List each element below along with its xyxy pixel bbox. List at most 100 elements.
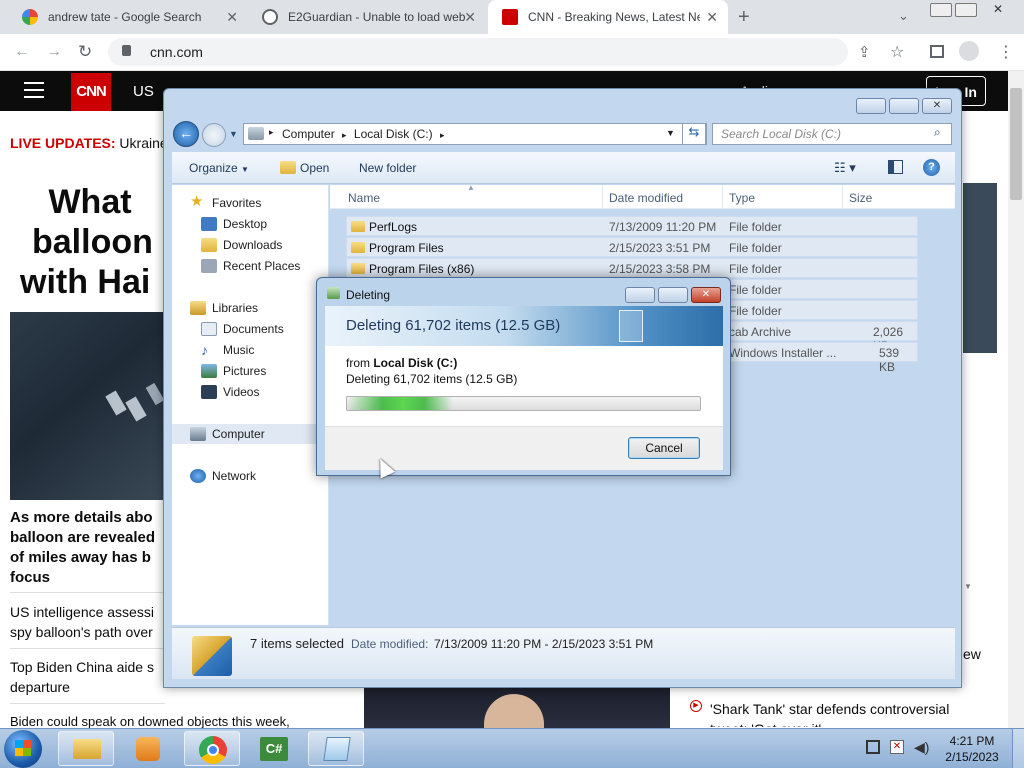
hamburger-menu-icon[interactable]	[24, 82, 44, 98]
explorer-forward-button[interactable]	[202, 123, 226, 147]
breadcrumb-dropdown-icon[interactable]: ▼	[666, 128, 675, 138]
close-tab-icon[interactable]: ✕	[226, 9, 238, 26]
nav-music[interactable]: ♪ Music	[201, 340, 254, 360]
satellite-photo[interactable]	[10, 312, 165, 500]
file-date: 7/13/2009 11:20 PM	[609, 220, 717, 234]
video-thumbnail[interactable]	[364, 688, 670, 734]
nav-videos[interactable]: Videos	[201, 382, 259, 402]
taskbar-clock[interactable]: 4:21 PM 2/15/2023	[936, 733, 1008, 765]
dropdown-icon: ▼	[241, 165, 249, 174]
minimize-window-button[interactable]	[930, 3, 952, 17]
right-story-link[interactable]: 'Shark Tank' star defends controversial …	[710, 699, 1000, 727]
tab-e2guardian[interactable]: E2Guardian - Unable to load web ✕	[248, 0, 486, 34]
refresh-icon[interactable]: ⇆	[682, 123, 706, 145]
file-row[interactable]: PerfLogs 7/13/2009 11:20 PM File folder	[346, 216, 918, 236]
chevron-right-icon[interactable]: ▸	[440, 130, 445, 140]
cnn-favicon-icon	[502, 9, 518, 25]
tab-google-search[interactable]: andrew tate - Google Search ✕	[8, 0, 248, 34]
nav-pictures[interactable]: Pictures	[201, 361, 266, 381]
nav-us[interactable]: US	[133, 83, 154, 100]
taskbar-notepad-button[interactable]	[308, 731, 364, 766]
recent-pages-icon[interactable]: ▼	[229, 129, 238, 139]
column-type[interactable]: Type	[729, 191, 755, 205]
file-type: File folder	[729, 241, 782, 255]
nav-recent-places[interactable]: Recent Places	[201, 256, 300, 276]
cancel-button[interactable]: Cancel	[628, 437, 700, 459]
chevron-right-icon[interactable]: ▸	[342, 130, 347, 140]
restore-window-button[interactable]	[955, 3, 977, 17]
dialog-minimize-button[interactable]	[625, 287, 655, 303]
main-headline[interactable]: What balloon with Hai	[10, 182, 170, 302]
close-tab-icon[interactable]: ✕	[706, 9, 718, 26]
chrome-menu-icon[interactable]: ⋮	[998, 42, 1014, 62]
forward-arrow-icon[interactable]: →	[46, 43, 62, 61]
nav-downloads[interactable]: Downloads	[201, 235, 282, 255]
search-icon[interactable]: ⌕	[934, 125, 941, 140]
open-button[interactable]: Open	[300, 161, 329, 175]
nav-desktop[interactable]: Desktop	[201, 214, 267, 234]
dialog-maximize-button[interactable]	[658, 287, 688, 303]
nav-favorites[interactable]: ★ Favorites	[190, 193, 261, 213]
network-tray-icon[interactable]	[866, 740, 880, 754]
globe-icon	[262, 9, 278, 25]
bookmark-star-icon[interactable]: ☆	[890, 42, 904, 62]
share-icon[interactable]: ⇪	[858, 43, 871, 61]
help-icon[interactable]: ?	[923, 159, 940, 176]
view-options-icon[interactable]: ☷ ▾	[834, 160, 856, 176]
column-divider[interactable]	[602, 185, 603, 209]
dialog-close-button[interactable]: ✕	[691, 287, 721, 303]
tab-search-icon[interactable]: ⌄	[898, 8, 909, 24]
new-folder-button[interactable]: New folder	[359, 161, 416, 175]
tab-cnn[interactable]: CNN - Breaking News, Latest Ne ✕	[488, 0, 728, 34]
cnn-logo[interactable]: CNN	[71, 73, 111, 111]
volume-icon[interactable]: ◀)	[914, 739, 929, 756]
explorer-maximize-button[interactable]	[889, 98, 919, 114]
explorer-close-button[interactable]: ✕	[922, 98, 952, 114]
column-divider[interactable]	[722, 185, 723, 209]
back-arrow-icon[interactable]: ←	[14, 43, 30, 61]
close-window-button[interactable]: ✕	[980, 2, 1016, 18]
taskbar-csharp-button[interactable]: C#	[252, 733, 296, 765]
taskbar-media-player-button[interactable]	[130, 733, 166, 765]
start-button[interactable]	[4, 730, 42, 768]
breadcrumb[interactable]: ▸ Computer ▸ Local Disk (C:) ▸ ▼	[243, 123, 707, 145]
taskbar-chrome-button[interactable]	[184, 731, 240, 766]
nav-libraries[interactable]: Libraries	[190, 298, 258, 318]
nav-network[interactable]: Network	[190, 466, 256, 486]
breadcrumb-local-disk[interactable]: Local Disk (C:)	[354, 127, 433, 141]
column-date[interactable]: Date modified	[609, 191, 683, 205]
taskbar-explorer-button[interactable]	[58, 731, 114, 766]
action-center-icon[interactable]: ✕	[890, 740, 904, 754]
organize-button[interactable]: Organize ▼	[189, 161, 249, 175]
lead-story[interactable]: As more details abo balloon are revealed…	[10, 508, 165, 588]
computer-icon	[248, 127, 264, 140]
live-updates-banner[interactable]: LIVE UPDATES: Ukraine	[10, 135, 168, 151]
progress-fill	[347, 397, 489, 410]
column-divider[interactable]	[842, 185, 843, 209]
profile-avatar-icon[interactable]	[959, 41, 979, 61]
preview-pane-icon[interactable]	[888, 160, 903, 174]
new-tab-button[interactable]: +	[738, 6, 750, 29]
close-tab-icon[interactable]: ✕	[464, 9, 476, 26]
address-bar[interactable]: cnn.com	[108, 38, 848, 66]
explorer-back-button[interactable]: ←	[173, 121, 199, 147]
nav-documents[interactable]: Documents	[201, 319, 284, 339]
story-link[interactable]: US intelligence assessi spy balloon's pa…	[10, 602, 165, 642]
chevron-right-icon[interactable]: ▸	[269, 127, 274, 138]
lock-icon[interactable]	[122, 45, 131, 56]
show-desktop-button[interactable]	[1012, 729, 1024, 768]
reload-icon[interactable]: ↻	[78, 42, 92, 62]
breadcrumb-computer[interactable]: Computer	[282, 127, 335, 141]
open-folder-icon[interactable]	[280, 161, 296, 174]
side-panel-icon[interactable]	[930, 45, 944, 58]
explorer-minimize-button[interactable]	[856, 98, 886, 114]
file-row[interactable]: Program Files (x86) 2/15/2023 3:58 PM Fi…	[346, 258, 918, 278]
nav-computer[interactable]: Computer	[172, 424, 328, 444]
file-row[interactable]: Program Files 2/15/2023 3:51 PM File fol…	[346, 237, 918, 257]
column-name[interactable]: Name	[348, 191, 380, 205]
scrollbar-thumb[interactable]	[1010, 88, 1022, 200]
column-size[interactable]: Size	[849, 191, 872, 205]
list-scroll-down-icon[interactable]: ▼	[964, 582, 972, 591]
search-input[interactable]: Search Local Disk (C:)	[712, 123, 952, 145]
story-link[interactable]: Top Biden China aide s departure	[10, 657, 165, 697]
